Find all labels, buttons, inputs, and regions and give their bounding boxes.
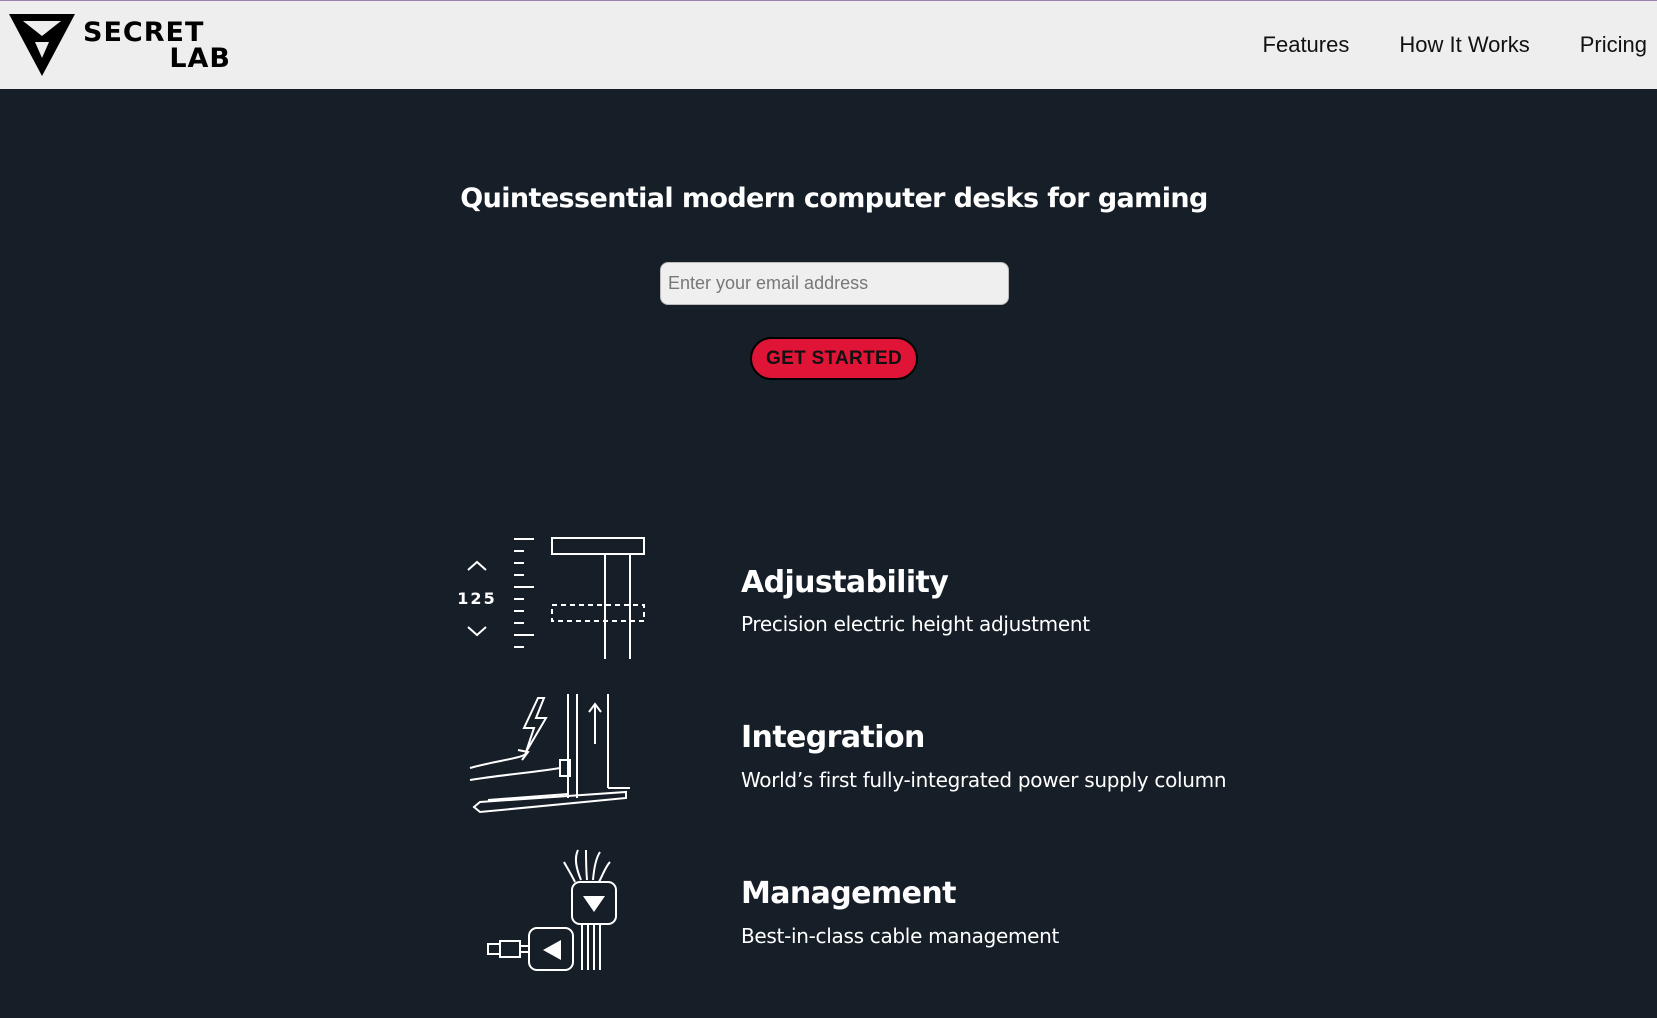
email-input[interactable] [660, 262, 1009, 305]
main-nav: Features How It Works Pricing [1213, 1, 1657, 89]
site-header: SECRET LAB Features How It Works Pricing [0, 1, 1657, 89]
height-adjust-icon: 125 [457, 537, 645, 659]
hero-title: Quintessential modern computer desks for… [460, 183, 1208, 214]
feature-desc-integration: World’s first fully-integrated power sup… [741, 768, 1227, 792]
feature-title-adjustability: Adjustability [741, 565, 949, 600]
nav-link-how-it-works[interactable]: How It Works [1399, 32, 1529, 58]
power-column-icon [469, 694, 630, 814]
logo-line-2: LAB [169, 43, 231, 74]
feature-desc-management: Best-in-class cable management [741, 924, 1060, 948]
nav-link-features[interactable]: Features [1263, 32, 1350, 58]
height-readout: 125 [457, 589, 496, 608]
feature-title-integration: Integration [741, 720, 925, 755]
nav-link-pricing[interactable]: Pricing [1580, 32, 1647, 58]
logo-mark-icon [9, 14, 75, 76]
feature-title-management: Management [741, 876, 956, 911]
get-started-button[interactable]: GET STARTED [750, 337, 918, 380]
brand-logo[interactable]: SECRET LAB [9, 12, 234, 80]
cable-management-icon [487, 849, 617, 971]
feature-desc-adjustability: Precision electric height adjustment [741, 612, 1090, 636]
logo-wordmark: SECRET LAB [83, 19, 235, 74]
